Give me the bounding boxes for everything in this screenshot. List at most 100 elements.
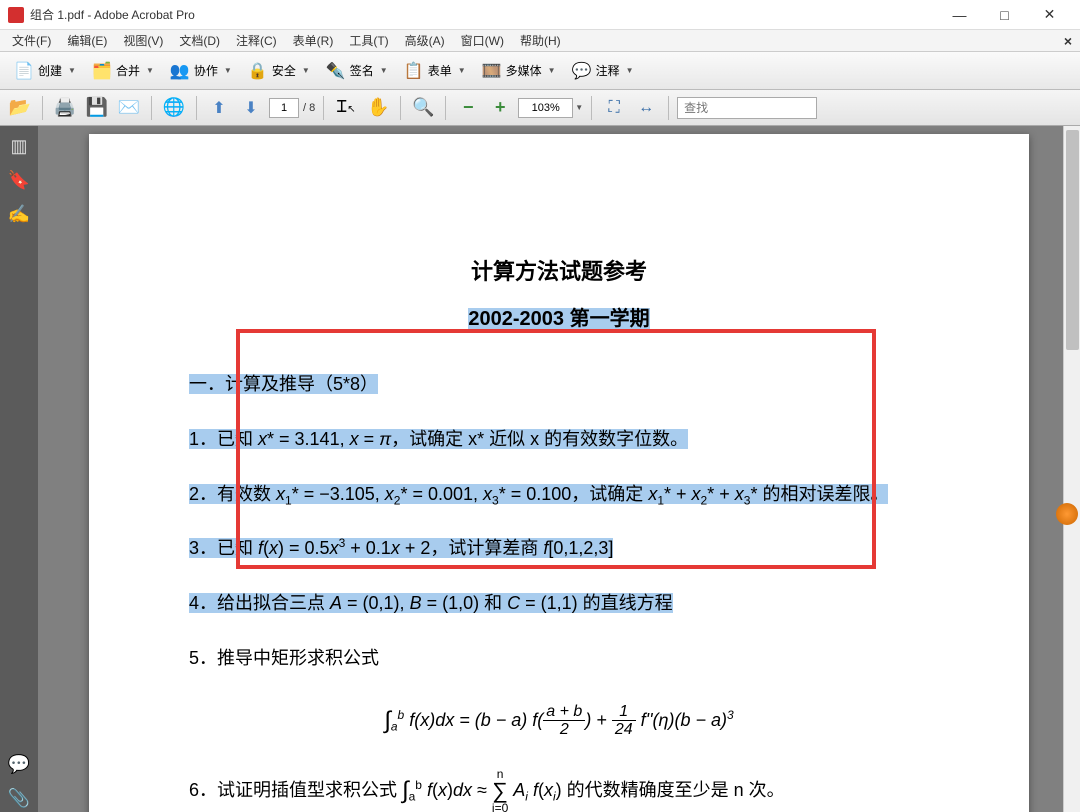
menu-document[interactable]: 文档(D)	[171, 30, 228, 51]
collaborate-icon: 👥	[170, 61, 190, 81]
vertical-scrollbar[interactable]	[1063, 126, 1080, 812]
document-viewport[interactable]: 计算方法试题参考 2002-2003 第一学期 一．计算及推导（5*8） 1．已…	[38, 126, 1080, 812]
email-icon: ✉️	[118, 97, 140, 118]
comments-panel-button[interactable]: 💬	[5, 750, 33, 778]
web-button[interactable]: 🌐	[160, 94, 188, 122]
globe-icon: 🌐	[163, 97, 185, 118]
multimedia-icon: 🎞️	[482, 61, 502, 81]
document-content: 一．计算及推导（5*8） 1．已知 x* = 3.141, x = π，试确定 …	[189, 361, 929, 812]
arrow-up-icon: ⬆	[212, 98, 225, 118]
forms-button[interactable]: 📋 表单 ▼	[396, 58, 474, 84]
plus-icon: +	[495, 97, 506, 118]
page-number-input[interactable]	[269, 98, 299, 118]
chevron-down-icon: ▼	[380, 66, 388, 75]
find-input[interactable]	[677, 97, 817, 119]
question-2: 2．有效数 x1* = −3.105, x2* = 0.001, x3* = 0…	[189, 471, 929, 518]
paperclip-icon: 📎	[8, 788, 30, 809]
separator	[42, 96, 43, 120]
fit-width-icon: ↔	[638, 99, 654, 117]
bookmarks-panel-button[interactable]: 🔖	[5, 166, 33, 194]
menu-tools[interactable]: 工具(T)	[341, 30, 396, 51]
collaborate-button[interactable]: 👥 协作 ▼	[162, 58, 240, 84]
menu-advanced[interactable]: 高级(A)	[397, 30, 453, 51]
menu-window[interactable]: 窗口(W)	[453, 30, 512, 51]
formula-5: ∫ab f(x)dx = (b − a) f(a + b2) + 124 f''…	[189, 690, 929, 752]
maximize-button[interactable]: □	[982, 1, 1027, 29]
app-icon	[8, 7, 24, 23]
scrollbar-thumb[interactable]	[1066, 130, 1079, 350]
bookmark-icon: 🔖	[8, 170, 30, 191]
marquee-zoom-button[interactable]: 🔍	[409, 94, 437, 122]
open-button[interactable]: 📂	[6, 94, 34, 122]
save-button[interactable]: 💾	[83, 94, 111, 122]
email-button[interactable]: ✉️	[115, 94, 143, 122]
pen-icon: ✒️	[326, 61, 346, 81]
multimedia-label: 多媒体	[506, 62, 542, 79]
text-cursor-icon: Ꮖ↖	[337, 99, 356, 117]
separator	[445, 96, 446, 120]
menu-view[interactable]: 视图(V)	[115, 30, 171, 51]
attachments-panel-button[interactable]: 📎	[5, 784, 33, 812]
chevron-down-icon[interactable]: ▼	[575, 103, 583, 112]
comment-icon: 💬	[572, 61, 592, 81]
chevron-down-icon: ▼	[68, 66, 76, 75]
separator	[400, 96, 401, 120]
menu-comments[interactable]: 注释(C)	[228, 30, 285, 51]
chevron-down-icon: ▼	[146, 66, 154, 75]
separator	[591, 96, 592, 120]
chevron-down-icon: ▼	[626, 66, 634, 75]
document-subtitle: 2002-2003 第一学期	[189, 302, 929, 331]
fit-width-button[interactable]: ↔	[632, 94, 660, 122]
zoom-in-button[interactable]: +	[486, 94, 514, 122]
menu-help[interactable]: 帮助(H)	[512, 30, 569, 51]
menu-file[interactable]: 文件(F)	[4, 30, 59, 51]
signatures-panel-button[interactable]: ✍	[5, 200, 33, 228]
workspace: ▥ 🔖 ✍ 💬 📎 计算方法试题参考 2002-2003 第一学期 一．计算及推…	[0, 126, 1080, 812]
navigation-panel: ▥ 🔖 ✍ 💬 📎	[0, 126, 38, 812]
print-button[interactable]: 🖨️	[51, 94, 79, 122]
create-icon: 📄	[14, 61, 34, 81]
separator	[196, 96, 197, 120]
combine-label: 合并	[116, 62, 140, 79]
menu-edit[interactable]: 编辑(E)	[59, 30, 115, 51]
combine-button[interactable]: 🗂️ 合并 ▼	[84, 58, 162, 84]
secure-button[interactable]: 🔒 安全 ▼	[240, 58, 318, 84]
zoom-out-button[interactable]: −	[454, 94, 482, 122]
pages-icon: ▥	[10, 136, 27, 157]
create-label: 创建	[38, 62, 62, 79]
comments-icon: 💬	[8, 754, 30, 775]
close-button[interactable]: ✕	[1027, 1, 1072, 29]
question-1: 1．已知 x* = 3.141, x = π，试确定 x* 近似 x 的有效数字…	[189, 416, 929, 463]
chevron-down-icon: ▼	[548, 66, 556, 75]
multimedia-button[interactable]: 🎞️ 多媒体 ▼	[474, 58, 564, 84]
question-4: 4．给出拟合三点 A = (0,1), B = (1,0) 和 C = (1,1…	[189, 580, 929, 627]
menubar-close-icon[interactable]: ×	[1064, 33, 1072, 49]
comment-button[interactable]: 💬 注释 ▼	[564, 58, 642, 84]
fit-page-button[interactable]: ⛶	[600, 94, 628, 122]
chevron-down-icon: ▼	[458, 66, 466, 75]
hand-icon: ✋	[367, 97, 389, 118]
fit-page-icon: ⛶	[609, 99, 620, 117]
magnifier-icon: 🔍	[412, 97, 434, 118]
minimize-button[interactable]: —	[937, 1, 982, 29]
secure-label: 安全	[272, 62, 296, 79]
window-title: 组合 1.pdf - Adobe Acrobat Pro	[30, 6, 937, 23]
menu-forms[interactable]: 表单(R)	[285, 30, 342, 51]
sign-button[interactable]: ✒️ 签名 ▼	[318, 58, 396, 84]
separator	[151, 96, 152, 120]
chevron-down-icon: ▼	[302, 66, 310, 75]
combine-icon: 🗂️	[92, 61, 112, 81]
task-toolbar: 📄 创建 ▼ 🗂️ 合并 ▼ 👥 协作 ▼ 🔒 安全 ▼ ✒️ 签名 ▼ 📋 表…	[0, 52, 1080, 90]
chevron-down-icon: ▼	[224, 66, 232, 75]
collaborate-label: 协作	[194, 62, 218, 79]
pages-panel-button[interactable]: ▥	[5, 132, 33, 160]
create-button[interactable]: 📄 创建 ▼	[6, 58, 84, 84]
hand-tool-button[interactable]: ✋	[364, 94, 392, 122]
comment-label: 注释	[596, 62, 620, 79]
zoom-level-display[interactable]: 103%	[518, 98, 573, 118]
prev-page-button[interactable]: ⬆	[205, 94, 233, 122]
select-tool-button[interactable]: Ꮖ↖	[332, 94, 360, 122]
next-page-button[interactable]: ⬇	[237, 94, 265, 122]
document-title: 计算方法试题参考	[189, 254, 929, 286]
separator	[323, 96, 324, 120]
